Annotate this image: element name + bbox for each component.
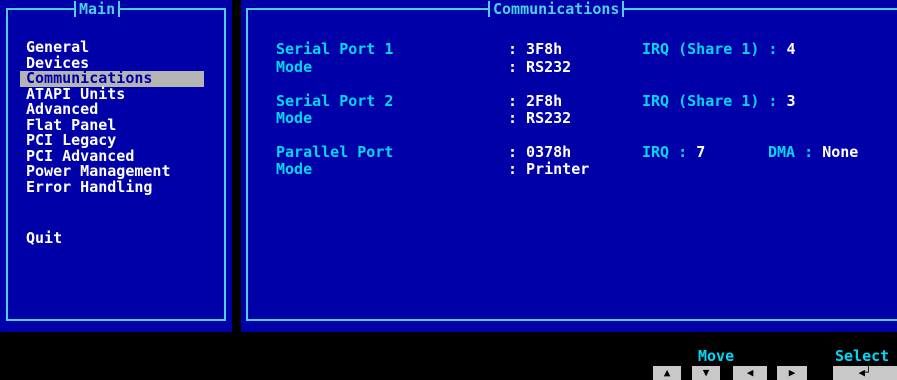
parallel-port-irq-label: IRQ : (642, 143, 688, 161)
parallel-port-dma-value: None (822, 143, 859, 161)
serial-port-1-irq-label: IRQ (Share 1) : (642, 40, 778, 58)
serial-port-1-mode-label: Mode (276, 58, 313, 76)
parallel-port-irq-value: 7 (696, 143, 706, 161)
parallel-port-dma[interactable]: DMA : None (768, 143, 858, 161)
parallel-port-label: Parallel Port (276, 143, 394, 161)
arrow-left-icon: ◀ (733, 366, 767, 380)
serial-port-2-irq[interactable]: IRQ (Share 1) : 3 (642, 92, 796, 110)
arrow-down-icon: ▼ (692, 366, 720, 380)
menu-item-quit[interactable]: Quit (26, 229, 62, 247)
parallel-port-mode-value[interactable]: : Printer (508, 160, 589, 178)
menu-item-error-handling[interactable]: Error Handling (20, 179, 204, 196)
menu-list: General Devices Communications ATAPI Units A… (20, 40, 204, 195)
content-title: Communications (488, 1, 625, 17)
arrow-up-icon: ▲ (653, 366, 681, 380)
parallel-port-mode-label: Mode (276, 160, 313, 178)
serial-port-2-irq-value: 3 (786, 92, 796, 110)
serial-port-2-mode-label: Mode (276, 109, 313, 127)
move-label: Move (698, 347, 735, 365)
arrow-right-icon: ▶ (777, 366, 807, 380)
serial-port-2-irq-label: IRQ (Share 1) : (642, 92, 778, 110)
serial-port-2-value[interactable]: : 2F8h (508, 92, 562, 110)
parallel-port-dma-label: DMA : (768, 143, 814, 161)
enter-key-icon: ◀┘ (833, 366, 897, 380)
serial-port-1-value[interactable]: : 3F8h (508, 40, 562, 58)
serial-port-1-label: Serial Port 1 (276, 40, 394, 58)
serial-port-1-irq[interactable]: IRQ (Share 1) : 4 (642, 40, 796, 58)
serial-port-2-label: Serial Port 2 (276, 92, 394, 110)
menu-title: Main (74, 1, 121, 17)
select-label: Select (835, 347, 890, 365)
serial-port-1-irq-value: 4 (786, 40, 796, 58)
parallel-port-irq[interactable]: IRQ : 7 (642, 143, 705, 161)
serial-port-2-mode-value[interactable]: : RS232 (508, 109, 571, 127)
parallel-port-value[interactable]: : 0378h (508, 143, 571, 161)
serial-port-1-mode-value[interactable]: : RS232 (508, 58, 571, 76)
